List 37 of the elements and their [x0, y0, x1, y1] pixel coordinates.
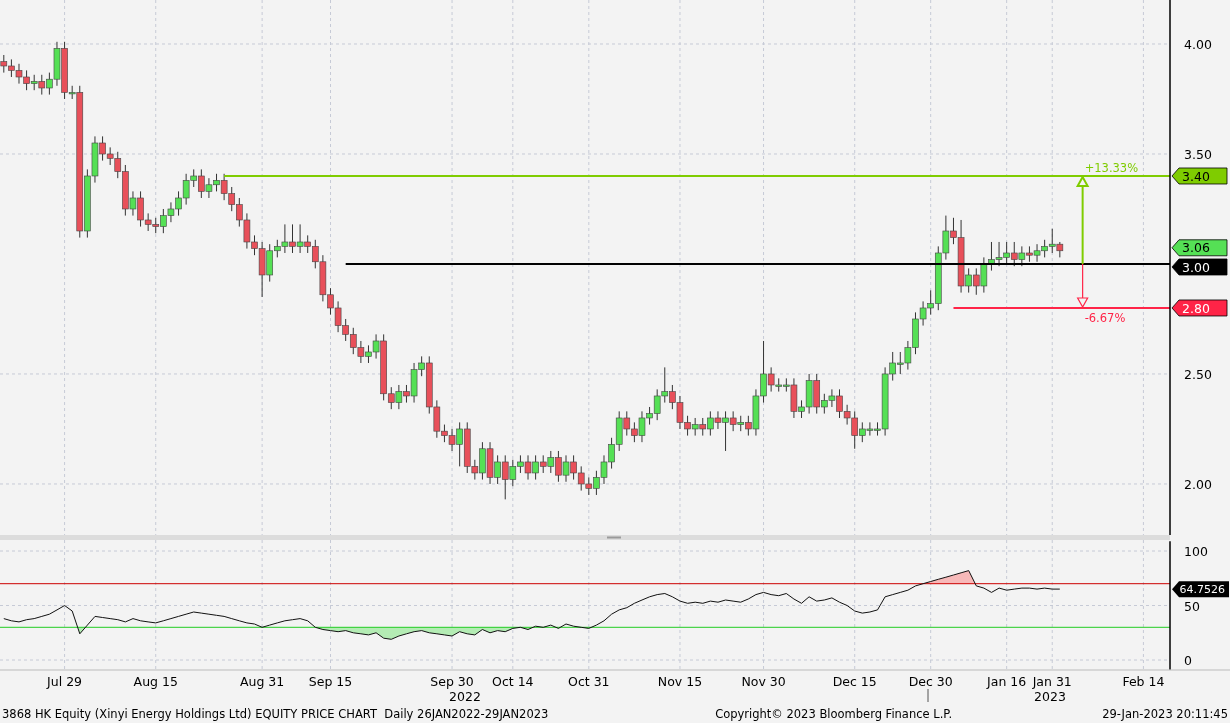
axis-tick-label: Oct 14: [492, 674, 534, 689]
resize-handle[interactable]: [607, 536, 621, 539]
axis-tick-label: 3.50: [1184, 147, 1212, 162]
percent-change-label: +13.33%: [1084, 161, 1139, 175]
axis-tick-label: 2.50: [1184, 366, 1212, 382]
axis-tick-label: 100: [1184, 544, 1208, 559]
copyright-notice: Copyright© 2023 Bloomberg Finance L.P.: [715, 707, 953, 721]
axis-tick-label: 0: [1184, 653, 1192, 668]
axis-tick-label: Dec 15: [832, 674, 877, 689]
axis-tick-label: Jan 16: [987, 674, 1027, 689]
axis-tick-label: Oct 31: [568, 674, 610, 689]
axis-tick-label: 4.00: [1184, 37, 1212, 52]
value-tag: 64.7526: [1172, 581, 1229, 598]
percent-change-label: -6.67%: [1084, 311, 1126, 325]
axis-tick-label: Dec 30: [908, 674, 953, 689]
axis-tick-label: Aug 15: [133, 674, 178, 689]
axis-tick-label: Nov 30: [741, 674, 786, 689]
price-tag: 3.40: [1171, 167, 1228, 185]
ref-line-label: 3.00: [1182, 259, 1210, 275]
axis-tick-label: Jan 31: [1032, 674, 1072, 689]
axis-tick-label: Aug 31: [239, 674, 285, 689]
year-label: 2022: [449, 689, 481, 704]
axis-tick-label: Sep 30: [430, 674, 474, 689]
price-tag: 3.00: [1171, 258, 1228, 276]
ref-line-label: 3.40: [1182, 168, 1210, 184]
price-tag: 3.06: [1171, 239, 1228, 257]
timestamp: 29-Jan-2023 20:11:45: [1102, 707, 1228, 721]
axis-tick-label: Feb 14: [1122, 674, 1165, 689]
ref-line-label: 2.80: [1182, 300, 1210, 316]
price-tag: 2.80: [1171, 299, 1228, 317]
year-label: 2023: [1034, 689, 1066, 704]
axis-tick-label: 50: [1184, 598, 1200, 614]
axis-tick-label: Sep 15: [308, 674, 353, 689]
axis-tick-label: Jul 29: [47, 674, 83, 689]
chart-description: 3868 HK Equity (Xinyi Energy Holdings Ltd) EQUITY PRICE CHART Daily 26JAN2022-29JAN2023: [2, 707, 549, 721]
axis-tick-label: 2.00: [1184, 476, 1212, 492]
axis-tick-label: Nov 15: [657, 674, 703, 689]
